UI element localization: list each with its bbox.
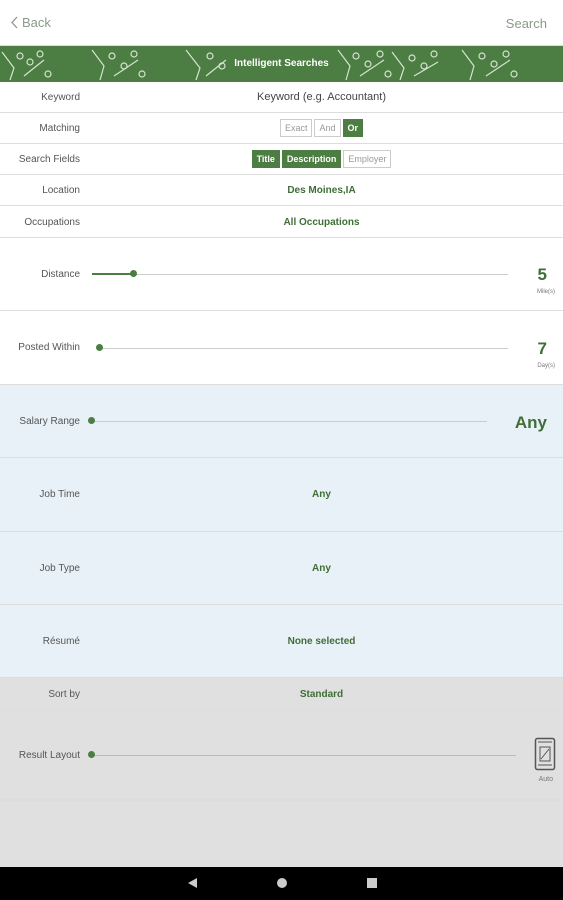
search-field-title[interactable]: Title: [251, 150, 280, 168]
search-fields-segment: Title Description Employer: [80, 150, 563, 168]
chevron-left-icon: [11, 16, 18, 29]
result-layout-slider-thumb[interactable]: [88, 751, 95, 758]
back-label: Back: [22, 15, 51, 30]
location-label: Location: [42, 185, 80, 196]
search-field-employer[interactable]: Employer: [343, 150, 392, 168]
job-time-value: Any: [312, 489, 331, 500]
result-layout-value: Auto: [538, 776, 553, 783]
keyword-input[interactable]: Keyword (e.g. Accountant): [80, 91, 563, 103]
distance-slider-thumb[interactable]: [130, 270, 137, 277]
matching-option-and[interactable]: And: [314, 119, 341, 137]
matching-option-or[interactable]: Or: [342, 119, 364, 137]
search-button[interactable]: Search: [506, 16, 547, 31]
job-time-label: Job Time: [39, 489, 80, 500]
back-triangle-icon[interactable]: [186, 877, 198, 889]
home-circle-icon[interactable]: [276, 877, 288, 889]
result-layout-slider-track[interactable]: [91, 755, 516, 756]
salary-range-row: Salary Range Any: [0, 385, 563, 458]
system-nav-bar: [0, 867, 563, 900]
matching-row: Matching Exact And Or: [0, 113, 563, 144]
posted-within-label: Posted Within: [18, 342, 80, 353]
matching-option-exact[interactable]: Exact: [279, 119, 313, 137]
distance-value: 5: [537, 265, 547, 284]
job-type-label: Job Type: [39, 563, 80, 574]
top-bar: Back Search: [0, 0, 563, 46]
posted-within-row: Posted Within 7 Day(s): [0, 311, 563, 385]
posted-within-unit: Day(s): [537, 363, 555, 369]
resume-label: Résumé: [42, 636, 80, 647]
occupations-label: Occupations: [24, 217, 80, 228]
distance-slider-track[interactable]: [92, 274, 508, 275]
salary-range-label: Salary Range: [19, 416, 80, 427]
search-fields-label: Search Fields: [18, 154, 80, 165]
salary-range-slider-thumb[interactable]: [88, 417, 95, 424]
occupations-row[interactable]: Occupations All Occupations: [0, 206, 563, 238]
resume-row[interactable]: Résumé None selected: [0, 605, 563, 678]
keyword-label: Keyword: [41, 92, 80, 103]
distance-unit: Mile(s): [537, 289, 555, 295]
distance-label: Distance: [41, 269, 80, 280]
location-row[interactable]: Location Des Moines,IA: [0, 175, 563, 206]
search-fields-row: Search Fields Title Description Employer: [0, 144, 563, 175]
result-layout-row: Result Layout Auto: [0, 711, 563, 800]
job-type-value: Any: [312, 563, 331, 574]
distance-row: Distance 5 Mile(s): [0, 238, 563, 311]
empty-area: [0, 800, 563, 867]
recents-square-icon[interactable]: [366, 877, 378, 889]
sort-by-value: Standard: [299, 689, 344, 700]
keyword-row[interactable]: Keyword Keyword (e.g. Accountant): [0, 82, 563, 113]
distance-slider-fill: [92, 273, 134, 275]
salary-range-slider-track[interactable]: [91, 421, 487, 422]
posted-within-slider-track[interactable]: [97, 348, 508, 349]
sort-by-label: Sort by: [48, 689, 80, 700]
banner: Intelligent Searches: [0, 46, 563, 82]
occupations-value: All Occupations: [283, 217, 360, 228]
matching-segment: Exact And Or: [80, 119, 563, 137]
posted-within-value: 7: [537, 339, 547, 358]
phone-layout-icon[interactable]: [534, 737, 556, 771]
back-button[interactable]: Back: [10, 15, 51, 30]
sort-by-row[interactable]: Sort by Standard: [0, 678, 563, 711]
job-time-row[interactable]: Job Time Any: [0, 458, 563, 532]
posted-within-slider-thumb[interactable]: [96, 344, 103, 351]
resume-value: None selected: [287, 636, 356, 647]
matching-label: Matching: [39, 123, 80, 134]
location-value: Des Moines,IA: [287, 185, 356, 196]
search-field-description[interactable]: Description: [281, 150, 342, 168]
job-type-row[interactable]: Job Type Any: [0, 532, 563, 605]
banner-title: Intelligent Searches: [234, 58, 329, 69]
salary-range-value: Any: [514, 413, 547, 432]
result-layout-label: Result Layout: [18, 750, 80, 761]
